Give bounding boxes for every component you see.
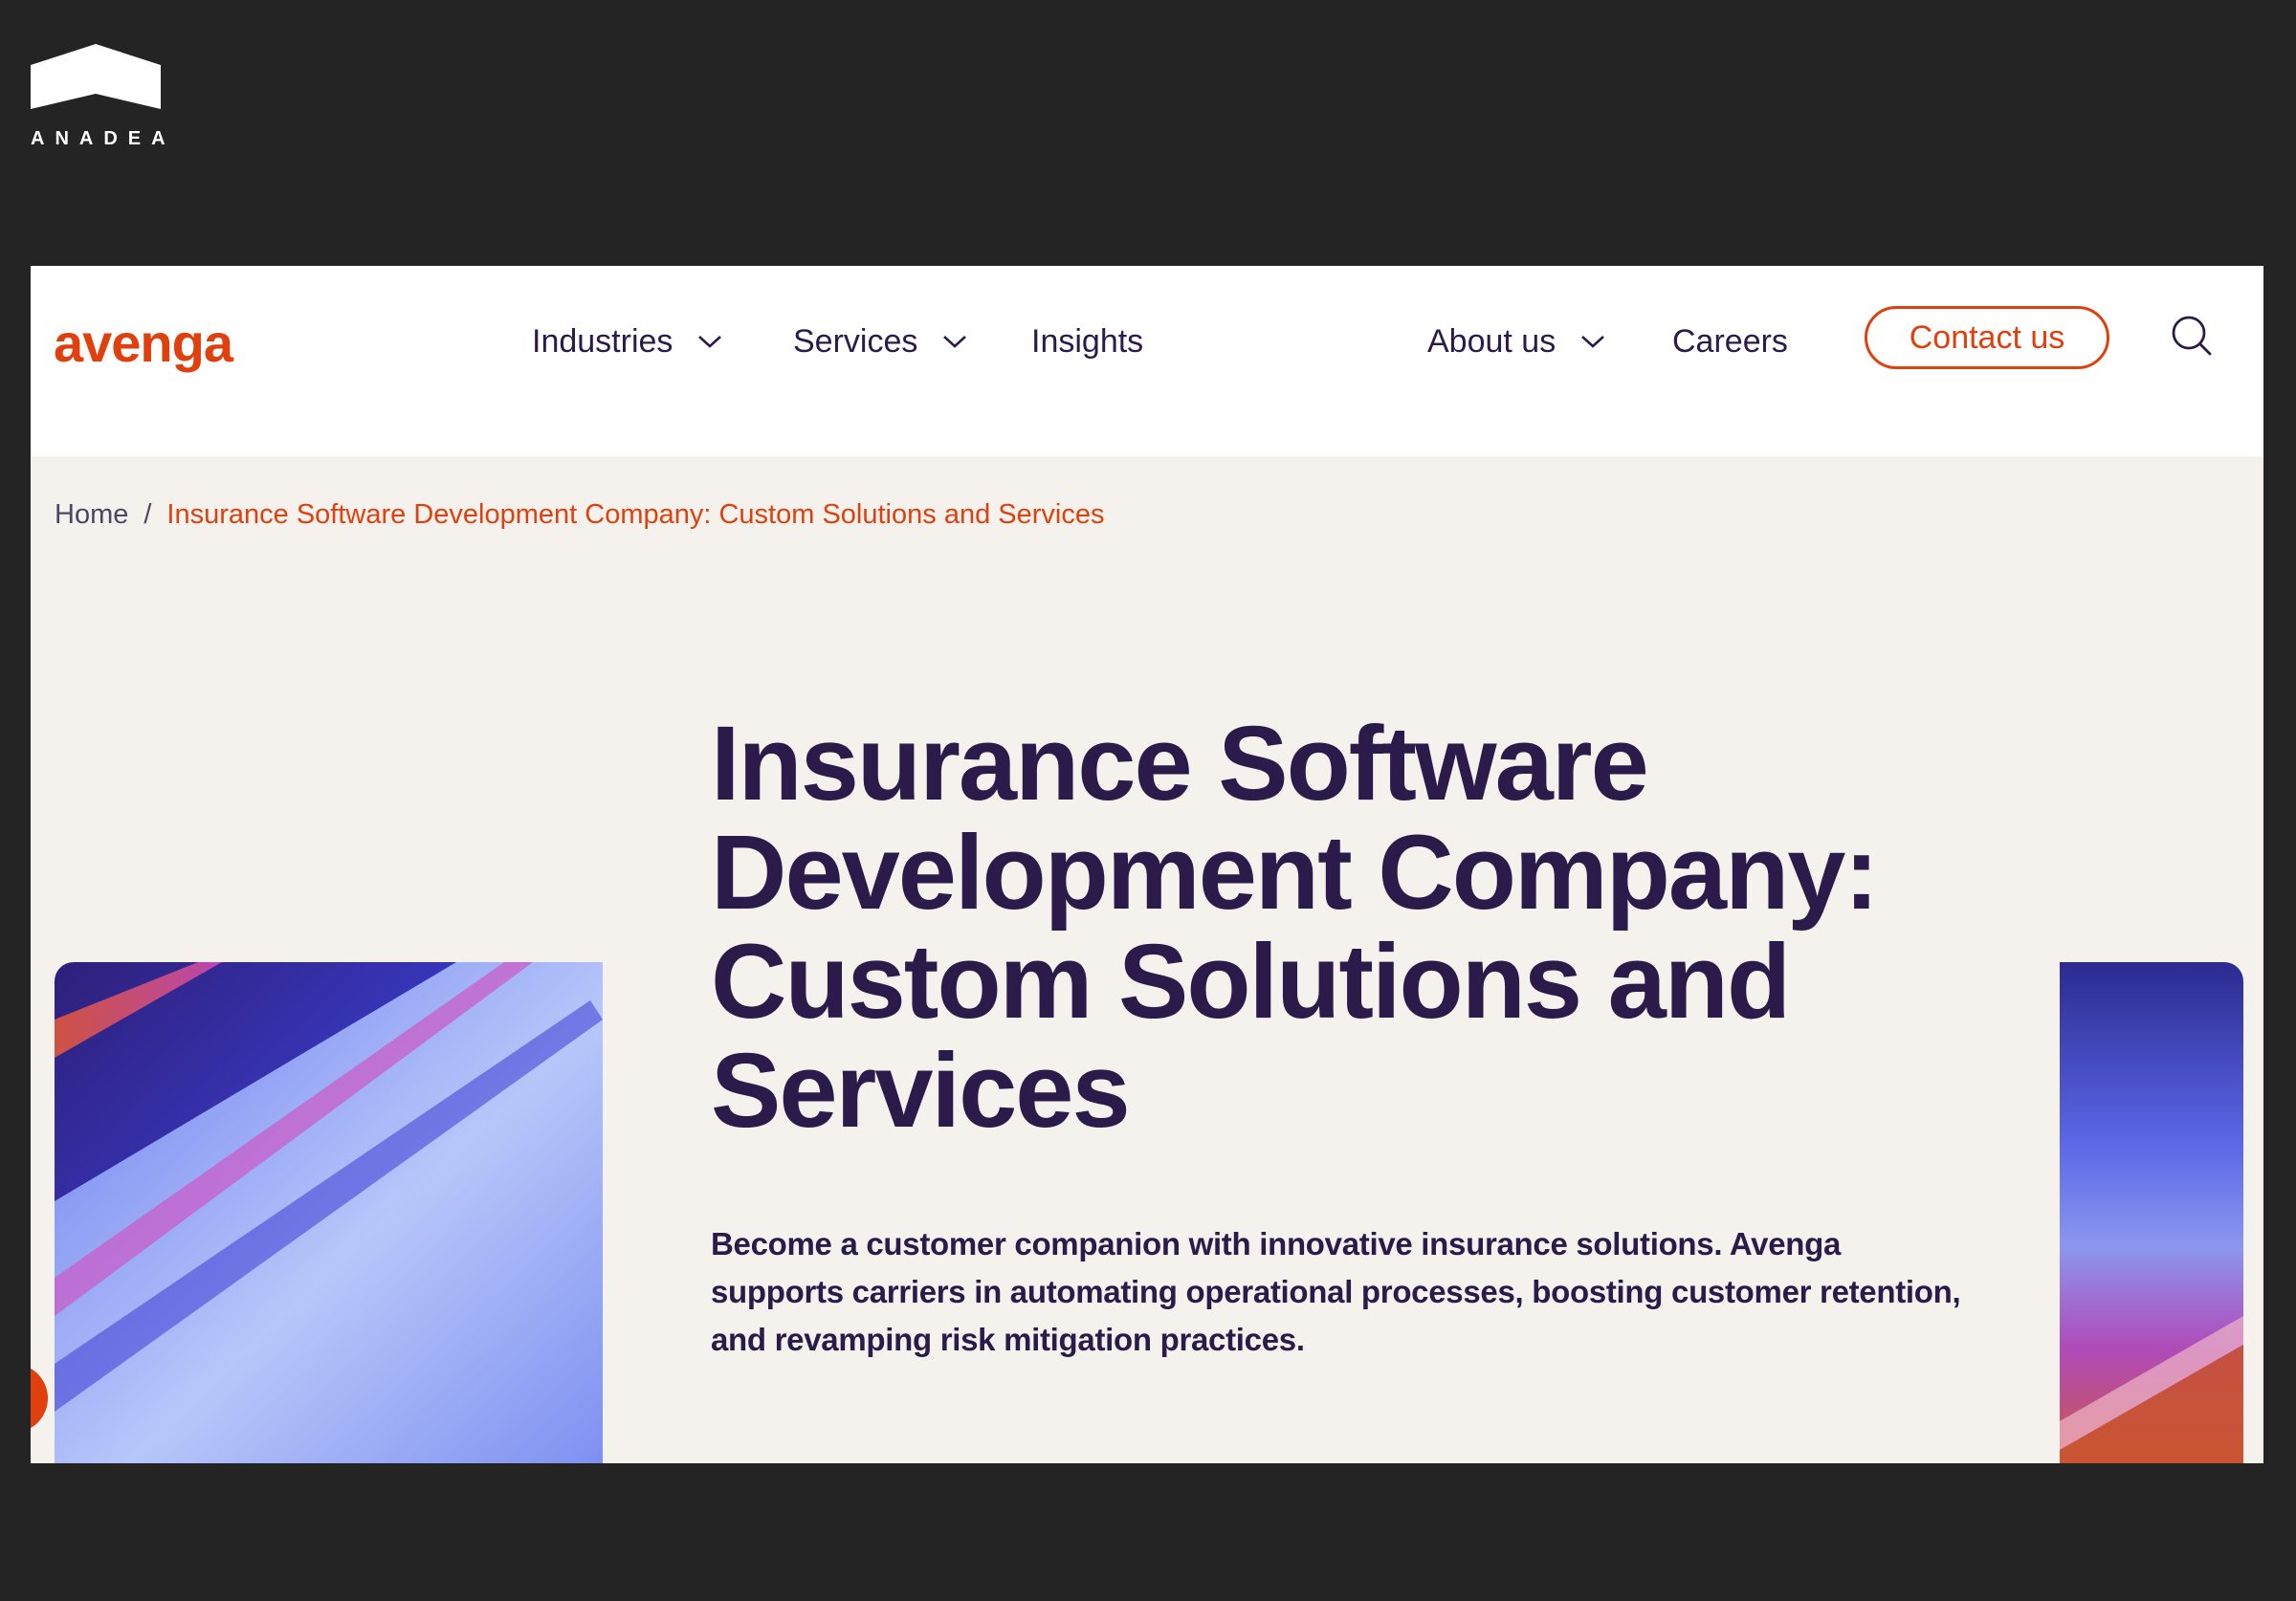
hero-image-left bbox=[55, 962, 603, 1463]
nav-about-us[interactable]: About us bbox=[1427, 318, 1605, 365]
nav-insights[interactable]: Insights bbox=[1031, 318, 1143, 365]
nav-services-label: Services bbox=[793, 322, 918, 360]
breadcrumb-separator: / bbox=[144, 499, 152, 530]
top-navigation: avenga Industries Services Insights Abou… bbox=[31, 266, 2263, 456]
nav-insights-label: Insights bbox=[1031, 322, 1144, 360]
anadea-logo: ANADEA bbox=[31, 44, 166, 151]
search-icon[interactable] bbox=[2170, 314, 2214, 358]
avenga-logo[interactable]: avenga bbox=[54, 312, 233, 374]
nav-industries-label: Industries bbox=[532, 322, 673, 360]
page-title: Insurance Software Development Company: … bbox=[711, 705, 1879, 1150]
nav-services[interactable]: Services bbox=[793, 318, 967, 365]
nav-careers[interactable]: Careers bbox=[1672, 318, 1788, 365]
nav-careers-label: Careers bbox=[1672, 322, 1788, 360]
contact-us-button[interactable]: Contact us bbox=[1865, 306, 2109, 369]
website-frame: avenga Industries Services Insights Abou… bbox=[31, 266, 2263, 1463]
breadcrumb-home-link[interactable]: Home bbox=[55, 499, 128, 531]
chevron-down-icon bbox=[943, 336, 967, 348]
anadea-logo-mark-icon bbox=[31, 44, 161, 109]
page-subtitle: Become a customer companion with innovat… bbox=[711, 1226, 1961, 1357]
chevron-down-icon bbox=[698, 336, 722, 348]
floating-action-button[interactable] bbox=[31, 1364, 48, 1433]
nav-industries[interactable]: Industries bbox=[532, 318, 722, 365]
nav-about-us-label: About us bbox=[1427, 322, 1556, 360]
hero-image-right bbox=[2060, 962, 2243, 1463]
anadea-logo-text: ANADEA bbox=[31, 128, 176, 149]
chevron-down-icon bbox=[1581, 336, 1605, 348]
breadcrumb: Home / Insurance Software Development Co… bbox=[55, 499, 1104, 531]
breadcrumb-current-page: Insurance Software Development Company: … bbox=[166, 499, 1105, 530]
